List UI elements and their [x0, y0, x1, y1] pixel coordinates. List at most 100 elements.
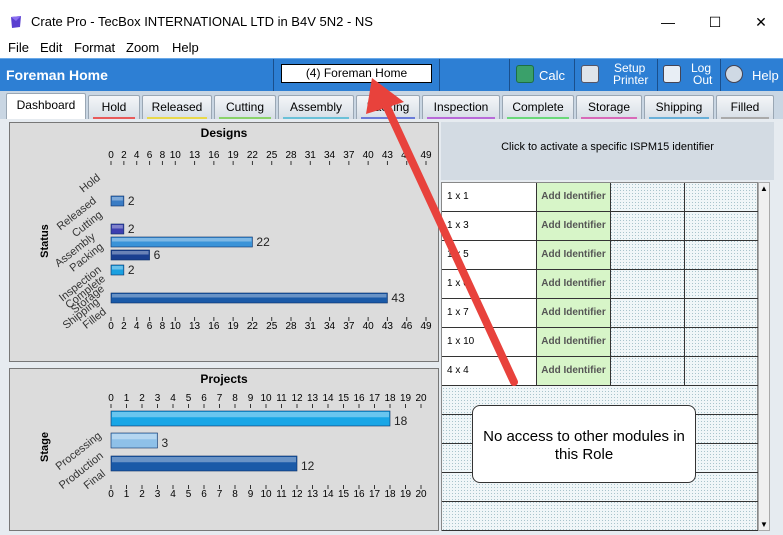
x-tick-label: 8: [232, 489, 238, 500]
projects-chart: ProjectsStage001122334455667788991010111…: [39, 372, 427, 500]
help-icon: [725, 65, 743, 83]
tab-label: Cutting: [225, 100, 265, 114]
x-tick-label: 34: [324, 150, 336, 161]
bar-value-label: 12: [301, 459, 315, 473]
chart-title: Projects: [200, 372, 248, 386]
x-tick-label: 10: [260, 489, 272, 500]
identifier-cell: [611, 299, 685, 327]
header-divider: [509, 59, 510, 92]
crate-pro-app-icon: [11, 16, 21, 28]
add-identifier-button[interactable]: Add Identifier: [537, 183, 611, 211]
x-tick-label: 18: [384, 393, 396, 404]
tab-inspection[interactable]: Inspection: [422, 95, 500, 119]
tab-hold[interactable]: Hold: [88, 95, 140, 119]
category-label: Hold: [78, 172, 103, 195]
setup-printer-button[interactable]: Setup Printer: [576, 59, 656, 92]
chart-ylabel: Status: [39, 224, 51, 258]
x-tick-label: 49: [420, 150, 432, 161]
callout-note: No access to other modules in this Role: [472, 405, 696, 483]
add-identifier-button[interactable]: Add Identifier: [537, 299, 611, 327]
x-tick-label: 12: [291, 393, 303, 404]
tab-filled[interactable]: Filled: [716, 95, 774, 119]
x-tick-label: 15: [338, 393, 350, 404]
x-tick-label: 18: [384, 489, 396, 500]
tab-label: Complete: [512, 100, 564, 114]
tab-released[interactable]: Released: [142, 95, 212, 119]
x-tick-label: 19: [228, 150, 240, 161]
x-tick-label: 17: [369, 393, 381, 404]
help-button[interactable]: Help: [722, 59, 782, 92]
x-tick-label: 11: [276, 489, 287, 500]
x-tick-label: 20: [415, 489, 427, 500]
grid-scrollbar[interactable]: ▲ ▼: [758, 182, 770, 531]
x-tick-label: 13: [307, 393, 319, 404]
x-tick-label: 25: [266, 321, 278, 332]
tab-assembly[interactable]: Assembly: [278, 95, 354, 119]
maximize-button[interactable]: ☐: [692, 10, 738, 34]
header-divider: [657, 59, 658, 92]
identifier-cell: [685, 241, 759, 269]
header-divider: [273, 59, 274, 92]
identifier-size-cell: 1 x 6: [442, 270, 537, 298]
x-tick-label: 13: [307, 489, 319, 500]
identifier-cell: [685, 328, 759, 356]
minimize-button[interactable]: —: [645, 10, 691, 34]
x-tick-label: 40: [363, 321, 375, 332]
tab-shipping[interactable]: Shipping: [644, 95, 714, 119]
bar-value-label: 2: [128, 194, 135, 208]
tab-dashboard[interactable]: Dashboard: [6, 93, 86, 119]
add-identifier-button[interactable]: Add Identifier: [537, 328, 611, 356]
tab-complete[interactable]: Complete: [502, 95, 574, 119]
calc-button[interactable]: Calc: [512, 59, 572, 92]
close-button[interactable]: ✕: [738, 10, 783, 34]
printer-icon: [581, 65, 599, 83]
tab-cutting[interactable]: Cutting: [214, 95, 276, 119]
add-identifier-button[interactable]: Add Identifier: [537, 357, 611, 385]
tab-packing[interactable]: Packing: [356, 95, 420, 119]
bar-highlight: [112, 457, 296, 463]
x-tick-label: 2: [121, 321, 127, 332]
header-divider: [574, 59, 575, 92]
x-tick-label: 16: [208, 321, 220, 332]
x-tick-label: 0: [108, 321, 114, 332]
x-tick-label: 0: [108, 393, 114, 404]
x-tick-label: 34: [324, 321, 336, 332]
menu-file[interactable]: File: [8, 40, 29, 55]
role-selector[interactable]: (4) Foreman Home: [281, 64, 432, 83]
x-tick-label: 43: [382, 321, 394, 332]
bar-highlight: [112, 434, 157, 440]
x-tick-label: 4: [170, 489, 176, 500]
identifier-cell: [611, 270, 685, 298]
x-tick-label: 12: [291, 489, 303, 500]
x-tick-label: 25: [266, 150, 278, 161]
logout-icon: [663, 65, 681, 83]
scroll-up-arrow-icon[interactable]: ▲: [760, 184, 768, 193]
x-tick-label: 46: [401, 150, 413, 161]
title-bar: Crate Pro - TecBox INTERNATIONAL LTD in …: [0, 0, 783, 38]
bar-highlight: [112, 412, 389, 418]
tab-storage[interactable]: Storage: [576, 95, 642, 119]
table-row: 1 x 10 Add Identifier: [442, 328, 759, 357]
add-identifier-button[interactable]: Add Identifier: [537, 241, 611, 269]
menu-help[interactable]: Help: [172, 40, 199, 55]
x-tick-label: 17: [369, 489, 381, 500]
x-tick-label: 43: [382, 150, 394, 161]
menu-format[interactable]: Format: [74, 40, 115, 55]
scroll-down-arrow-icon[interactable]: ▼: [760, 520, 768, 529]
x-tick-label: 3: [155, 393, 161, 404]
identifier-size-cell: 1 x 10: [442, 328, 537, 356]
tab-label: Inspection: [433, 100, 489, 114]
menu-edit[interactable]: Edit: [40, 40, 62, 55]
x-tick-label: 4: [170, 393, 176, 404]
x-tick-label: 2: [139, 393, 145, 404]
x-tick-label: 46: [401, 321, 413, 332]
x-tick-label: 7: [217, 489, 223, 500]
add-identifier-button[interactable]: Add Identifier: [537, 270, 611, 298]
add-identifier-button[interactable]: Add Identifier: [537, 212, 611, 240]
bar-highlight: [112, 266, 123, 270]
logout-button[interactable]: Log Out: [659, 59, 719, 92]
x-tick-label: 1: [124, 489, 130, 500]
table-row: 1 x 3 Add Identifier: [442, 212, 759, 241]
menu-zoom[interactable]: Zoom: [126, 40, 159, 55]
identifier-size-cell: 1 x 1: [442, 183, 537, 211]
